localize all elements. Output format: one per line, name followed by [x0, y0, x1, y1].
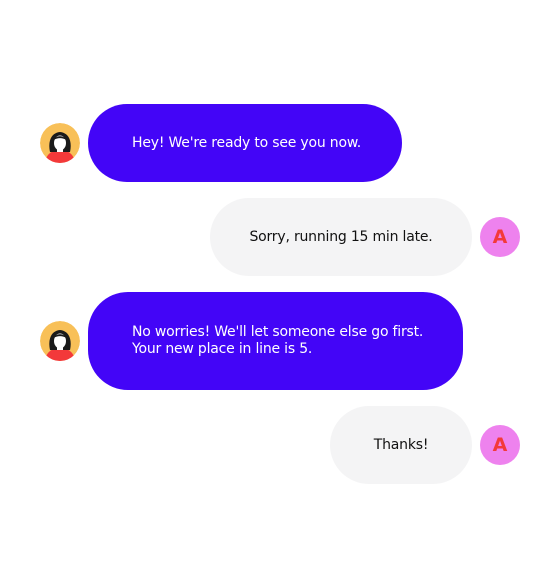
message-row-agent-2: No worries! We'll let someone else go fi…: [0, 292, 560, 390]
user-avatar-letter: A: [492, 433, 508, 456]
agent-avatar: [40, 321, 80, 361]
message-text: Thanks!: [373, 436, 429, 453]
user-avatar: A: [480, 217, 520, 257]
message-row-agent-1: Hey! We're ready to see you now.: [0, 104, 560, 182]
woman-avatar-icon: [40, 321, 80, 361]
message-text-line-2: Your new place in line is 5.: [132, 341, 313, 357]
message-row-user-2: Thanks! A: [0, 406, 560, 484]
message-text: Sorry, running 15 min late.: [249, 228, 433, 245]
user-message-bubble: Thanks!: [330, 406, 472, 484]
user-message-bubble: Sorry, running 15 min late.: [210, 198, 472, 276]
message-text-line-1: No worries! We'll let someone else go fi…: [132, 324, 424, 340]
user-avatar-letter: A: [492, 225, 508, 248]
user-avatar: A: [480, 425, 520, 465]
message-row-user-1: Sorry, running 15 min late. A: [0, 198, 560, 276]
woman-avatar-icon: [40, 123, 80, 163]
agent-message-bubble: Hey! We're ready to see you now.: [88, 104, 402, 182]
agent-avatar: [40, 123, 80, 163]
message-text: Hey! We're ready to see you now.: [132, 134, 362, 151]
agent-message-bubble: No worries! We'll let someone else go fi…: [88, 292, 463, 390]
